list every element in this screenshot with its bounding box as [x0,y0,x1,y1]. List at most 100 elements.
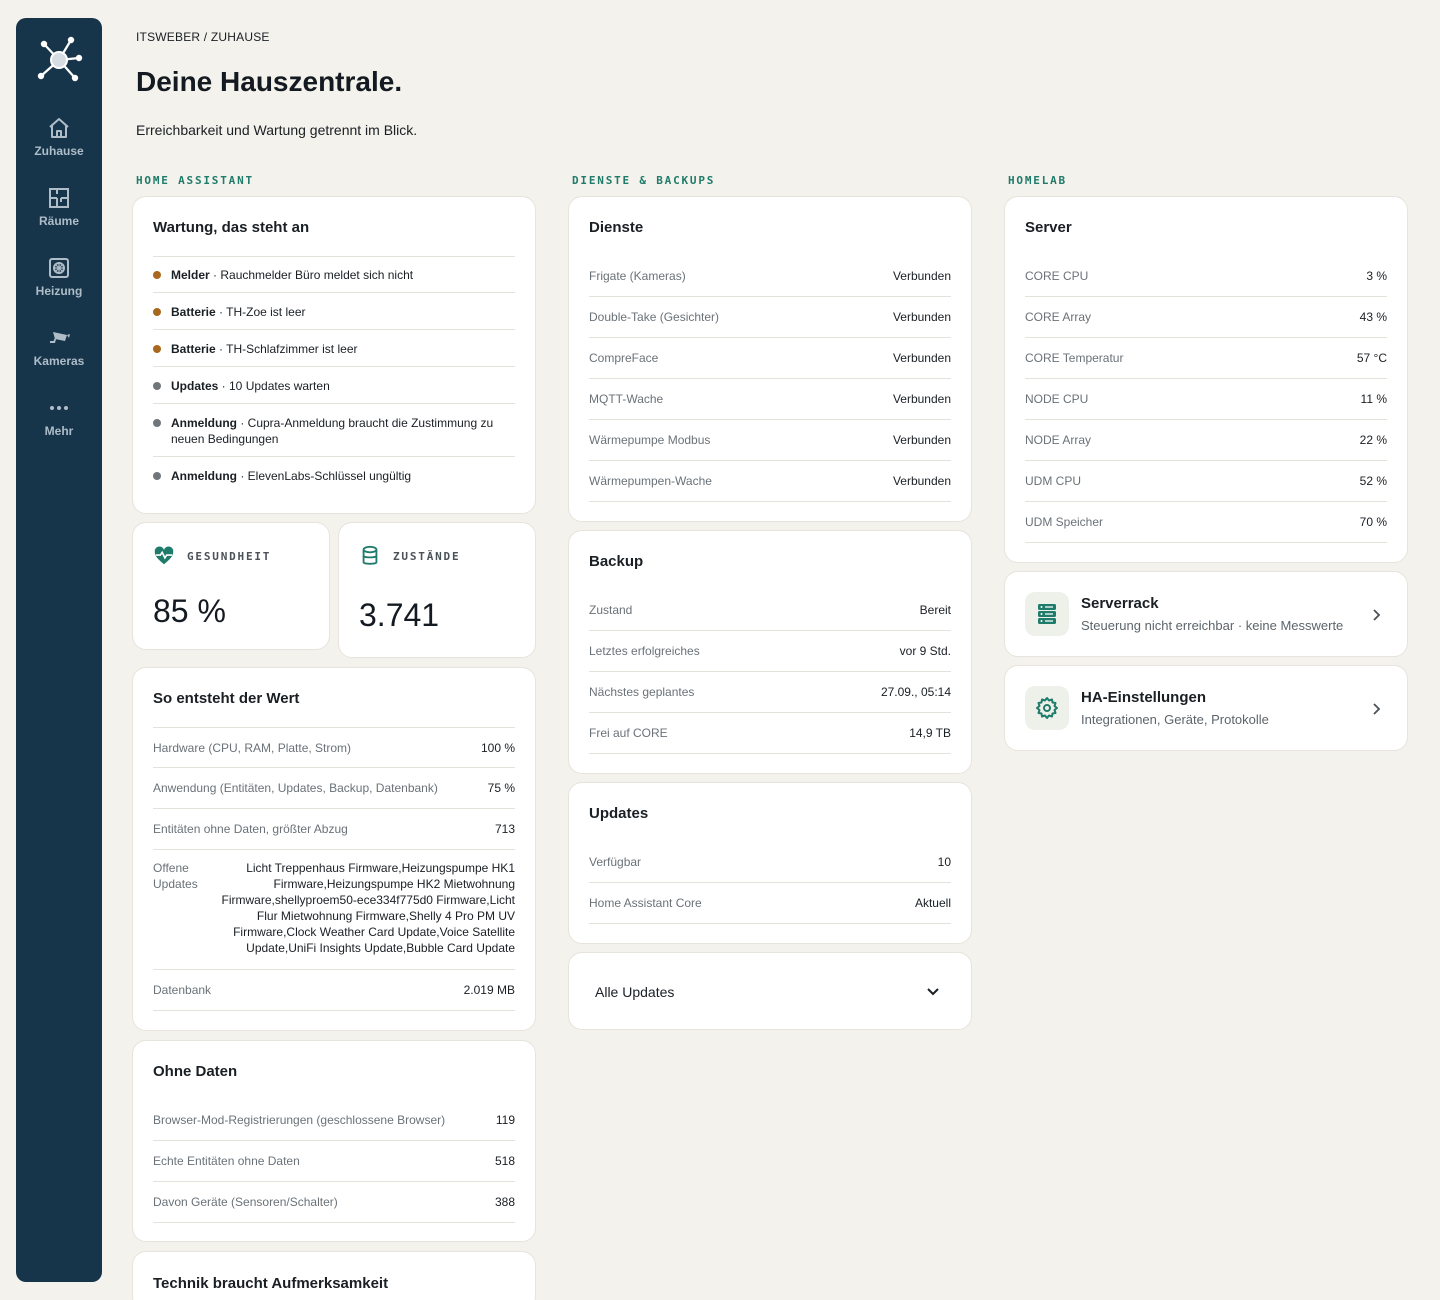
server-row: NODE Array 22 % [1025,420,1387,461]
row-label: Home Assistant Core [589,896,702,910]
row-label: Verfügbar [589,855,642,869]
sidebar-item-zuhause[interactable]: Zuhause [16,102,102,172]
floorplan-icon [49,188,69,208]
backup-row: Nächstes geplantes 27.09., 05:14 [589,672,951,713]
sidebar-item-heizung[interactable]: Heizung [16,242,102,312]
row-label: Double-Take (Gesichter) [589,310,720,324]
row-value: Verbunden [892,351,951,365]
page-subtitle: Erreichbarkeit und Wartung getrennt im B… [136,122,418,138]
row-value: Verbunden [892,433,951,447]
all-updates-dropdown[interactable]: Alle Updates [568,952,972,1030]
chevron-right-icon [1373,703,1381,715]
row-label: Wärmepumpe Modbus [589,433,711,447]
sidebar-item-label: Kameras [33,354,85,368]
breadcrumb: ITSWEBER / ZUHAUSE [136,30,270,44]
maintenance-item[interactable]: Anmeldung · Cupra-Anmeldung braucht die … [153,415,515,447]
backup-row: Letztes erfolgreiches vor 9 Std. [589,631,951,672]
info-dot [153,419,161,427]
row-value: Verbunden [892,269,951,283]
row-label: Offene Updates [153,861,198,891]
maintenance-item[interactable]: Updates · 10 Updates warten [153,378,515,394]
info-dot [153,382,161,390]
no-data-card: Ohne Daten Browser-Mod-Registrierungen (… [132,1040,536,1242]
row-label: Zustand [589,603,633,617]
link-title: HA-Einstellungen [1081,689,1207,706]
divider [153,329,515,330]
sidebar-item-raeume[interactable]: Räume [16,172,102,242]
column-title-home-assistant: HOME ASSISTANT [136,174,254,187]
maintenance-tag: Batterie [171,342,216,356]
row-value: Verbunden [892,310,951,324]
maintenance-text: · TH-Schlafzimmer ist leer [215,342,358,356]
dots-icon [50,406,68,410]
card-title: Server [1025,219,1072,236]
warning-dot [153,308,161,316]
row-label: Entitäten ohne Daten, größter Abzug [153,822,348,836]
card-title: Updates [589,805,649,822]
stat-header: GESUNDHEIT [153,545,271,567]
updates-card: Updates Verfügbar 10 Home Assistant Core A… [568,782,972,944]
maintenance-text: · ElevenLabs-Schlüssel ungültig [237,469,412,483]
row-label: CompreFace [589,351,659,365]
logo-icon[interactable] [35,36,83,84]
server-row: CORE Temperatur 57 °C [1025,338,1387,379]
home-icon [49,118,69,138]
row-value: 57 °C [1356,351,1387,365]
open-updates-row: Offene Updates Licht Treppenhaus Firmwar… [153,860,515,970]
backup-card: Backup Zustand Bereit Letztes erfolgreich… [568,530,972,774]
row-label: MQTT-Wache [589,392,664,406]
row-label: UDM CPU [1025,474,1081,488]
value-row: Entitäten ohne Daten, größter Abzug 713 [153,809,515,850]
states-card[interactable]: ZUSTÄNDE 3.741 [338,522,536,658]
row-value: 52 % [1359,474,1387,488]
service-row: Wärmepumpen-Wache Verbunden [589,461,951,502]
maintenance-card: Wartung, das steht an Melder · Rauchmeld… [132,196,536,514]
row-label: Hardware (CPU, RAM, Platte, Strom) [153,740,352,755]
heating-icon [49,258,69,278]
sidebar-item-label: Mehr [44,424,74,438]
maintenance-text: · Rauchmelder Büro meldet sich nicht [209,268,414,282]
serverrack-link[interactable]: Serverrack Steuerung nicht erreichbar · … [1004,571,1408,657]
camera-icon [50,332,70,343]
row-value: Verbunden [892,474,951,488]
divider [153,292,515,293]
row-label: CORE Array [1025,310,1092,324]
card-title: Dienste [589,219,644,236]
divider [153,403,515,404]
value-row: Echte Entitäten ohne Daten 518 [153,1141,515,1182]
row-value: 11 % [1360,392,1387,406]
value-row: Anwendung (Entitäten, Updates, Backup, D… [153,768,515,809]
chevron-down-icon [927,988,939,996]
updates-row: Verfügbar 10 [589,842,951,883]
ha-settings-link[interactable]: HA-Einstellungen Integrationen, Geräte, … [1004,665,1408,751]
maintenance-item[interactable]: Anmeldung · ElevenLabs-Schlüssel ungülti… [153,468,515,484]
maintenance-item[interactable]: Melder · Rauchmelder Büro meldet sich ni… [153,267,515,283]
row-value: 3 % [1366,269,1387,283]
sidebar-item-label: Zuhause [34,144,84,158]
row-label: NODE CPU [1025,392,1089,406]
value-origin-card: So entsteht der Wert Hardware (CPU, RAM,… [132,667,536,1031]
row-value: 518 [494,1154,515,1168]
states-value: 3.741 [359,597,440,633]
divider [153,256,515,257]
stat-label: GESUNDHEIT [187,549,272,563]
row-value: 75 % [487,781,515,795]
server-card: Server CORE CPU 3 % CORE Array 43 % CORE T… [1004,196,1408,563]
row-label: Nächstes geplantes [589,685,695,699]
sidebar-item-kameras[interactable]: Kameras [16,312,102,382]
row-label: CORE Temperatur [1025,351,1124,365]
row-value: 119 [495,1113,515,1127]
row-label: Frigate (Kameras) [589,269,686,283]
value-row: Datenbank 2.019 MB [153,970,515,1011]
maintenance-item[interactable]: Batterie · TH-Zoe ist leer [153,304,515,320]
health-card[interactable]: GESUNDHEIT 85 % [132,522,330,650]
row-label: Davon Geräte (Sensoren/Schalter) [153,1195,338,1209]
sidebar-item-mehr[interactable]: Mehr [16,382,102,452]
column-title-services: DIENSTE & BACKUPS [572,174,716,187]
service-row: Double-Take (Gesichter) Verbunden [589,297,951,338]
maintenance-tag: Updates [171,379,219,393]
server-icon [1038,604,1056,624]
maintenance-item[interactable]: Batterie · TH-Schlafzimmer ist leer [153,341,515,357]
value-row: Hardware (CPU, RAM, Platte, Strom) 100 % [153,727,515,768]
server-row: NODE CPU 11 % [1025,379,1387,420]
